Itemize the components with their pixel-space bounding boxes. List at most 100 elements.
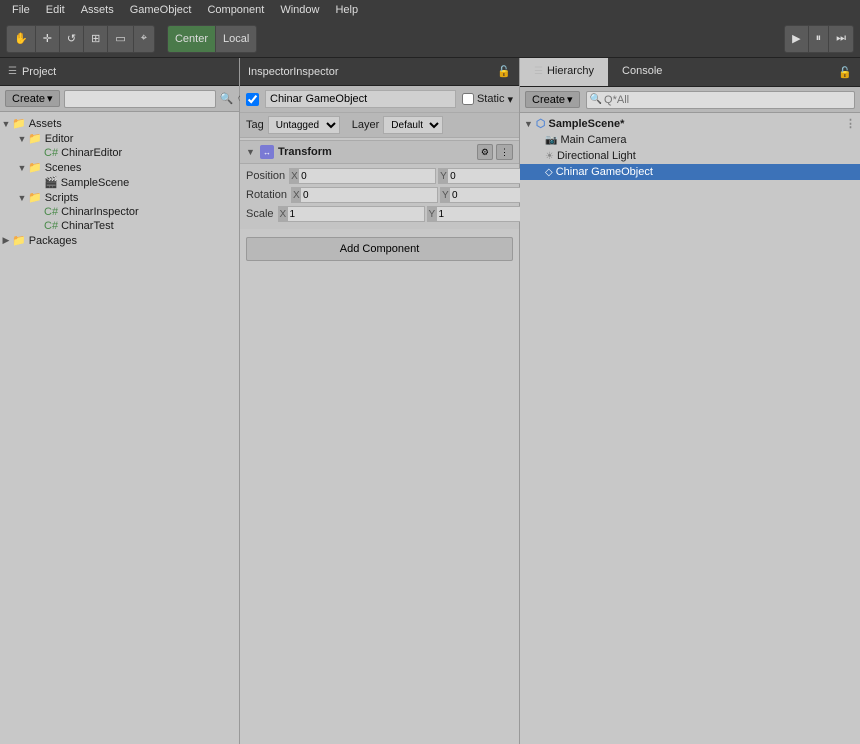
rotation-row: Rotation X Y Z [246, 187, 513, 203]
scene-row[interactable]: ▼ ⬡ SampleScene* ⋮ [520, 115, 860, 132]
hierarchy-tabs: ☰ Hierarchy Console 🔓 [520, 58, 860, 87]
hierarchy-search-input[interactable] [604, 94, 851, 106]
menu-file[interactable]: File [4, 4, 38, 16]
rotate-tool-button[interactable]: ↺ [60, 26, 84, 52]
project-tree-item[interactable]: C#ChinarInspector [0, 205, 239, 219]
hierarchy-item[interactable]: ☀ Directional Light [520, 148, 860, 164]
main-layout: ☰ Project Create ▾ 🔍 👁 ▼📁Assets▼📁Editor … [0, 58, 860, 744]
static-row: Static ▾ [462, 93, 513, 106]
tree-arrow-spacer [32, 148, 44, 158]
project-search-input[interactable] [64, 90, 216, 108]
project-create-button[interactable]: Create ▾ [5, 90, 60, 107]
transform-component-header[interactable]: ▼ ↔ Transform ⚙ ⋮ [240, 140, 519, 164]
project-tree-item[interactable]: ▼📁Editor [0, 131, 239, 146]
folder-icon: 📁 [28, 161, 42, 174]
rotation-label: Rotation [246, 189, 287, 201]
hierarchy-tab-icon: ☰ [534, 66, 543, 77]
search-icon[interactable]: 🔍 [220, 92, 234, 105]
folder-icon: 📁 [28, 191, 42, 204]
move-tool-button[interactable]: ✛ [36, 26, 60, 52]
transform-component-buttons: ⚙ ⋮ [477, 144, 513, 160]
step-button[interactable]: ⏭ [829, 26, 853, 52]
tree-arrow-spacer [32, 207, 44, 217]
object-name-input[interactable] [265, 90, 456, 108]
static-dropdown-icon[interactable]: ▾ [507, 93, 513, 106]
scale-tool-button[interactable]: ⊞ [84, 26, 108, 52]
hierarchy-item[interactable]: 📷 Main Camera [520, 132, 860, 148]
tab-hierarchy[interactable]: ☰ Hierarchy [520, 58, 608, 86]
hierarchy-lock-icon[interactable]: 🔓 [830, 66, 860, 79]
hierarchy-toolbar: Create ▾ 🔍 [520, 87, 860, 113]
hierarchy-create-button[interactable]: Create ▾ [525, 91, 580, 108]
inspector-lock-button[interactable]: 🔓 [497, 65, 511, 78]
object-enabled-checkbox[interactable] [246, 93, 259, 106]
add-component-button[interactable]: Add Component [246, 237, 513, 261]
static-checkbox[interactable] [462, 93, 474, 105]
hierarchy-create-dropdown-icon: ▾ [567, 93, 573, 106]
gameobject-icon: ◇ [545, 167, 553, 178]
project-tree-item[interactable]: ▼📁Assets [0, 116, 239, 131]
scene-icon: ⬡ [536, 117, 546, 130]
hierarchy-tree: ▼ ⬡ SampleScene* ⋮ 📷 Main Camera ☀ Direc… [520, 113, 860, 744]
project-tree-item[interactable]: ▶📁Packages [0, 233, 239, 248]
project-tree-item[interactable]: C#ChinarTest [0, 219, 239, 233]
transform-menu-button[interactable]: ⋮ [496, 144, 513, 160]
tag-dropdown[interactable]: Untagged [268, 116, 340, 134]
transform-arrow-icon: ▼ [246, 147, 256, 157]
hierarchy-options-icon[interactable]: ⋮ [845, 117, 856, 130]
scene-name-label: SampleScene* [549, 118, 625, 130]
tree-item-label: Editor [45, 133, 74, 145]
project-tree-item[interactable]: ▼📁Scripts [0, 190, 239, 205]
project-tree-item[interactable]: 🎬SampleScene [0, 175, 239, 190]
position-row: Position X Y Z [246, 168, 513, 184]
project-tree-item[interactable]: ▼📁Scenes [0, 160, 239, 175]
transform-settings-button[interactable]: ⚙ [477, 144, 493, 160]
script-icon: C# [44, 147, 58, 159]
tree-item-label: Assets [29, 118, 62, 130]
play-button[interactable]: ▶ [785, 26, 808, 52]
tree-arrow-icon: ▼ [16, 163, 28, 173]
pivot-group: Center Local [167, 25, 257, 53]
hierarchy-search-icon: 🔍 [590, 94, 602, 105]
transform-tools-group: ✋ ✛ ↺ ⊞ ▭ ⌖ [6, 25, 155, 53]
position-x-label: X [289, 168, 299, 184]
project-tree-item[interactable]: C#ChinarEditor [0, 146, 239, 160]
scale-row: Scale X Y Z [246, 206, 513, 222]
hierarchy-item-label: Directional Light [557, 150, 636, 162]
tree-arrow-spacer [32, 221, 44, 231]
pause-button[interactable]: ⏸ [809, 26, 830, 52]
tree-arrow-icon: ▶ [0, 235, 12, 246]
local-button[interactable]: Local [216, 26, 256, 52]
menu-help[interactable]: Help [327, 4, 366, 16]
hierarchy-item-label: Chinar GameObject [556, 166, 653, 178]
inspector-panel: Inspector Inspector 🔓 Static ▾ Tag Untag… [240, 58, 520, 744]
project-panel-icon: ☰ [8, 66, 17, 77]
rotation-x-input[interactable] [301, 187, 438, 203]
scale-x-input[interactable] [288, 206, 425, 222]
transform-tool-button[interactable]: ⌖ [134, 26, 154, 52]
scene-arrow-icon: ▼ [524, 119, 533, 129]
hierarchy-item[interactable]: ◇ Chinar GameObject [520, 164, 860, 180]
layer-dropdown[interactable]: Default [383, 116, 443, 134]
hierarchy-item-label: Main Camera [560, 134, 626, 146]
menu-assets[interactable]: Assets [73, 4, 122, 16]
scale-label: Scale [246, 208, 274, 220]
scale-x-label: X [278, 206, 288, 222]
menu-component[interactable]: Component [199, 4, 272, 16]
tree-arrow-icon: ▼ [16, 134, 28, 144]
menu-gameobject[interactable]: GameObject [122, 4, 200, 16]
center-button[interactable]: Center [168, 26, 216, 52]
rect-tool-button[interactable]: ▭ [108, 26, 133, 52]
menu-window[interactable]: Window [272, 4, 327, 16]
console-tab-label: Console [622, 65, 662, 77]
menu-edit[interactable]: Edit [38, 4, 73, 16]
tab-console[interactable]: Console [608, 58, 676, 86]
menu-bar: File Edit Assets GameObject Component Wi… [0, 0, 860, 20]
rotation-y-label: Y [440, 187, 450, 203]
hand-tool-button[interactable]: ✋ [7, 26, 36, 52]
tree-item-label: Scripts [45, 192, 79, 204]
tree-item-label: ChinarTest [61, 220, 114, 232]
light-icon: ☀ [545, 151, 554, 162]
scale-x-field: X [278, 206, 425, 222]
position-x-input[interactable] [299, 168, 436, 184]
